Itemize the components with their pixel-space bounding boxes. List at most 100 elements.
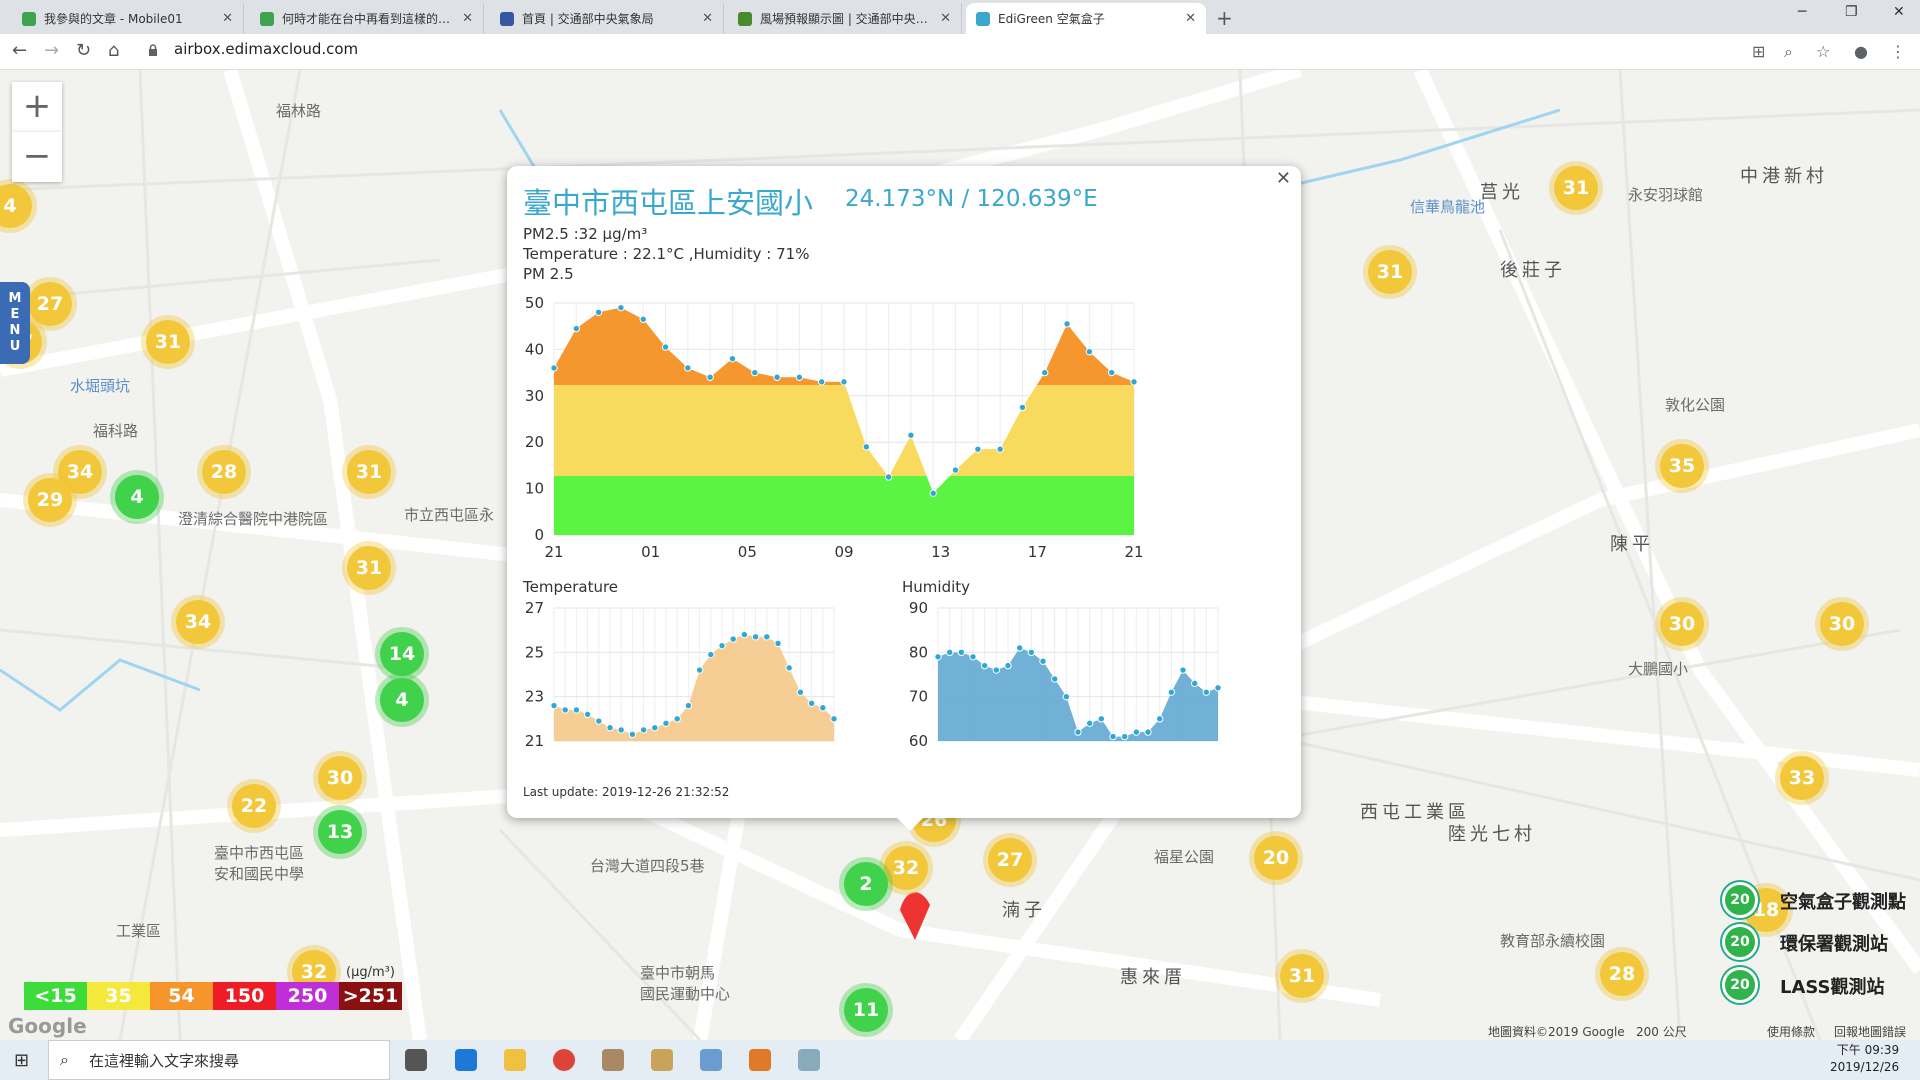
- map-canvas[interactable]: 福科路 水堀頭坑 市立西屯區永 澄清綜合醫院中港院區 臺中市西屯區 安和國民中學 台灣大道…: [0, 70, 1920, 1040]
- chrome-icon[interactable]: [553, 1049, 575, 1071]
- app-icon-5[interactable]: [798, 1049, 820, 1071]
- data-point: [830, 715, 838, 723]
- new-tab-button[interactable]: +: [1216, 6, 1233, 30]
- menu-toggle-button[interactable]: MENU: [0, 282, 30, 364]
- aqi-cluster-marker[interactable]: 27: [28, 282, 72, 326]
- aqi-cluster-marker[interactable]: 22: [232, 784, 276, 828]
- data-point: [929, 489, 937, 497]
- aqi-cluster-marker[interactable]: 13: [318, 810, 362, 854]
- edge-icon[interactable]: [455, 1049, 477, 1071]
- data-point: [945, 648, 954, 657]
- windows-start-icon[interactable]: ⊞: [14, 1050, 29, 1071]
- browser-tab[interactable]: EdiGreen 空氣盒子 ✕: [966, 3, 1206, 34]
- tab-close-icon[interactable]: ✕: [702, 11, 713, 26]
- map-scale[interactable]: 200 公尺: [1636, 1023, 1687, 1040]
- aqi-cluster-marker[interactable]: 35: [1660, 444, 1704, 488]
- data-point: [751, 633, 760, 641]
- humidity-chart: 60 70 80 90: [909, 599, 1222, 750]
- browser-tab[interactable]: 首頁 | 交通部中央氣象局 ✕: [490, 3, 724, 34]
- y-tick-label: 70: [909, 688, 928, 706]
- data-point: [774, 639, 782, 648]
- zoom-out-button[interactable]: −: [12, 132, 62, 182]
- aqi-cluster-marker[interactable]: 27: [988, 838, 1032, 882]
- url-field[interactable]: airbox.edimaxcloud.com: [174, 40, 358, 58]
- browser-tab[interactable]: 風場預報顯示圖 | 交通部中央氣象局 ✕: [728, 3, 962, 34]
- account-icon[interactable]: ●: [1854, 42, 1868, 61]
- aqi-cluster-marker[interactable]: 31: [1554, 166, 1598, 210]
- aqi-cluster-marker[interactable]: 31: [1368, 250, 1412, 294]
- map-place-label: 敦化公園: [1665, 396, 1726, 414]
- taskbar-search[interactable]: 在這裡輸入文字來搜尋: [48, 1040, 390, 1080]
- aqi-cluster-marker[interactable]: 28: [1600, 952, 1644, 996]
- aqi-cluster-marker[interactable]: 11: [844, 988, 888, 1032]
- aqi-cluster-marker[interactable]: 4: [115, 475, 159, 519]
- aqi-cluster-marker[interactable]: 31: [347, 546, 391, 590]
- app-icon-4[interactable]: [749, 1049, 771, 1071]
- data-point: [1107, 368, 1116, 377]
- tab-close-icon[interactable]: ✕: [1185, 11, 1196, 26]
- data-point: [1074, 728, 1082, 736]
- aqi-cluster-marker[interactable]: 34: [176, 600, 220, 644]
- aqi-cluster-marker[interactable]: 29: [28, 478, 72, 522]
- task-view-icon[interactable]: [405, 1049, 427, 1071]
- data-point: [718, 641, 726, 650]
- data-point: [617, 303, 625, 312]
- translate-icon[interactable]: ⊞: [1752, 42, 1765, 61]
- aqi-cluster-marker[interactable]: 28: [202, 450, 246, 494]
- tab-close-icon[interactable]: ✕: [462, 11, 473, 26]
- tab-title: 何時才能在台中再看到這樣的藍天: [282, 12, 455, 26]
- data-point: [550, 701, 558, 710]
- minimize-icon[interactable]: ─: [1798, 4, 1806, 20]
- data-point: [572, 324, 581, 333]
- data-point: [974, 445, 982, 453]
- tab-close-icon[interactable]: ✕: [222, 11, 233, 26]
- map-place-label: 信華鳥龍池: [1410, 198, 1486, 216]
- app-icon-2[interactable]: [651, 1049, 673, 1071]
- zoom-in-button[interactable]: +: [12, 82, 62, 132]
- legend-swatch: 35: [87, 982, 150, 1010]
- forward-arrow-icon[interactable]: →: [44, 40, 59, 61]
- data-point: [1190, 679, 1199, 688]
- reload-icon[interactable]: ↻: [76, 40, 91, 61]
- popup-close-icon[interactable]: ✕: [1276, 168, 1291, 189]
- taskbar-clock[interactable]: 下午 09:39 2019/12/26: [1830, 1042, 1899, 1076]
- map-place-label: 陳平: [1610, 534, 1654, 555]
- y-tick-label: 0: [534, 526, 544, 544]
- browser-tab[interactable]: 何時才能在台中再看到這樣的藍天 ✕: [250, 3, 484, 34]
- data-point: [819, 704, 827, 712]
- home-icon[interactable]: ⌂: [108, 40, 119, 61]
- map-place-label: 後莊子: [1500, 260, 1566, 281]
- more-menu-icon[interactable]: ⋮: [1890, 42, 1906, 61]
- aqi-cluster-marker[interactable]: 31: [347, 450, 391, 494]
- terms-link[interactable]: 使用條款: [1767, 1023, 1815, 1040]
- aqi-cluster-marker[interactable]: 2: [844, 862, 888, 906]
- back-arrow-icon[interactable]: ←: [12, 40, 27, 61]
- aqi-cluster-marker[interactable]: 33: [1780, 756, 1824, 800]
- google-logo: Google: [8, 1014, 87, 1038]
- close-window-icon[interactable]: ✕: [1893, 4, 1905, 20]
- data-point: [1132, 728, 1141, 736]
- aqi-cluster-marker[interactable]: 30: [1820, 602, 1864, 646]
- app-icon-3[interactable]: [700, 1049, 722, 1071]
- data-point: [1039, 657, 1047, 665]
- report-error-link[interactable]: 回報地圖錯誤: [1834, 1023, 1906, 1040]
- aqi-cluster-marker[interactable]: 31: [146, 320, 190, 364]
- favicon-icon: [738, 11, 752, 26]
- aqi-cluster-marker[interactable]: 20: [1254, 836, 1298, 880]
- restore-icon[interactable]: ❐: [1845, 4, 1858, 20]
- aqi-cluster-marker[interactable]: 32: [884, 846, 928, 890]
- aqi-cluster-marker[interactable]: 4: [380, 678, 424, 722]
- bookmark-star-icon[interactable]: ☆: [1816, 42, 1830, 61]
- browser-tab[interactable]: 我參與的文章 - Mobile01 ✕: [12, 3, 244, 34]
- app-icon-1[interactable]: [602, 1049, 624, 1071]
- file-explorer-icon[interactable]: [504, 1049, 526, 1071]
- zoom-icon[interactable]: ⌕: [1784, 42, 1793, 62]
- aqi-cluster-marker[interactable]: 30: [1660, 602, 1704, 646]
- aqi-cluster-marker[interactable]: 30: [318, 756, 362, 800]
- legend-swatch: 150: [213, 982, 276, 1010]
- tab-close-icon[interactable]: ✕: [940, 11, 951, 26]
- aqi-cluster-marker[interactable]: 31: [1280, 954, 1324, 998]
- map-place-label: 湳子: [1002, 900, 1046, 921]
- aqi-cluster-marker[interactable]: 14: [380, 632, 424, 676]
- data-point: [1050, 675, 1059, 683]
